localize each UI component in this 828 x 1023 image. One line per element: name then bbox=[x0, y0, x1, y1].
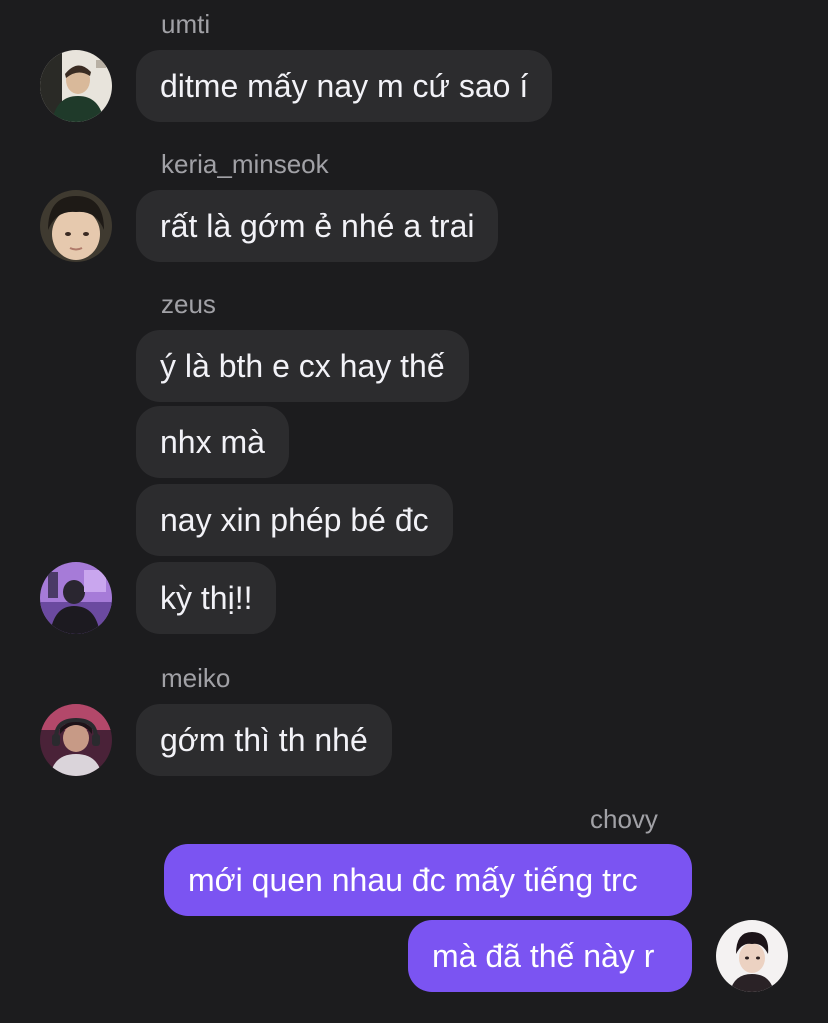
sender-name-umti: umti bbox=[161, 9, 211, 39]
message-bubble[interactable]: ditme mấy nay m cứ sao í bbox=[136, 50, 553, 122]
sender-name-keria-minseok: keria_minseok bbox=[161, 149, 329, 179]
user-avatar-keria-minseok[interactable] bbox=[40, 190, 112, 262]
avatar-image-meiko bbox=[40, 704, 112, 776]
user-avatar-meiko[interactable] bbox=[40, 704, 112, 776]
avatar-image-keria-minseok bbox=[40, 190, 112, 262]
message-bubble[interactable]: gớm thì th nhé bbox=[136, 704, 392, 776]
user-avatar-chovy[interactable] bbox=[716, 920, 788, 992]
user-avatar-zeus[interactable] bbox=[40, 562, 112, 634]
sender-name-zeus: zeus bbox=[161, 289, 216, 319]
message-bubble[interactable]: kỳ thị!! bbox=[136, 562, 277, 634]
user-avatar-umti[interactable] bbox=[40, 50, 112, 122]
message-bubble-outgoing[interactable]: mà đã thế này r bbox=[408, 920, 692, 992]
sender-name-chovy: chovy bbox=[590, 804, 658, 834]
avatar-image-chovy bbox=[716, 920, 788, 992]
message-bubble[interactable]: nhx mà bbox=[136, 406, 289, 478]
message-bubble[interactable]: ý là bth e cx hay thế bbox=[136, 330, 469, 402]
avatar-image-umti bbox=[40, 50, 112, 122]
message-bubble-outgoing[interactable]: mới quen nhau đc mấy tiếng trc bbox=[164, 844, 692, 916]
message-bubble[interactable]: nay xin phép bé đc bbox=[136, 484, 453, 556]
message-bubble[interactable]: rất là gớm ẻ nhé a trai bbox=[136, 190, 499, 262]
sender-name-meiko: meiko bbox=[161, 663, 231, 693]
avatar-image-zeus bbox=[40, 562, 112, 634]
